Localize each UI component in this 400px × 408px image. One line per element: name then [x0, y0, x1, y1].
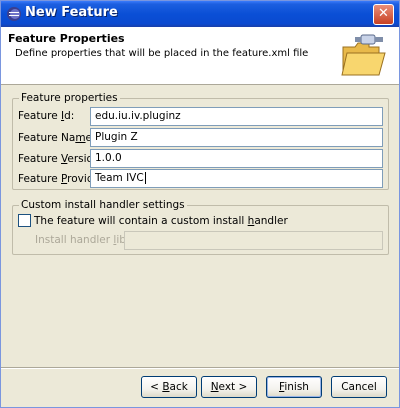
install-library-field[interactable]: [124, 231, 383, 250]
page-description: Define properties that will be placed in…: [15, 48, 309, 59]
page-title: Feature Properties: [8, 32, 125, 45]
feature-name-label: Feature Name:: [18, 132, 96, 144]
new-feature-dialog: New Feature ✕ Feature Properties Define …: [0, 0, 400, 408]
back-button[interactable]: < Back: [141, 376, 197, 398]
cancel-button[interactable]: Cancel: [331, 376, 387, 398]
folder-plugin-icon: [341, 34, 386, 76]
eclipse-icon: [7, 7, 21, 21]
button-bar-separator: [1, 367, 399, 369]
feature-name-field[interactable]: Plugin Z: [90, 128, 383, 147]
feature-version-field[interactable]: 1.0.0: [90, 149, 383, 168]
feature-provider-field[interactable]: Team IVC: [90, 169, 383, 188]
custom-handler-checkbox-label[interactable]: The feature will contain a custom instal…: [34, 215, 288, 227]
text-cursor: [144, 172, 146, 184]
window-title: New Feature: [25, 5, 118, 20]
close-icon: ✕: [378, 6, 389, 21]
finish-button[interactable]: Finish: [266, 376, 322, 398]
feature-properties-label: Feature properties: [19, 92, 120, 104]
next-button[interactable]: Next >: [201, 376, 257, 398]
feature-id-label: Feature Id:: [18, 110, 75, 122]
close-button[interactable]: ✕: [373, 4, 394, 25]
wizard-header: Feature Properties Define properties tha…: [1, 27, 399, 85]
custom-install-label: Custom install handler settings: [19, 199, 187, 211]
title-bar[interactable]: New Feature ✕: [1, 1, 399, 27]
feature-id-field[interactable]: edu.iu.iv.pluginz: [90, 107, 383, 126]
custom-handler-checkbox[interactable]: [18, 214, 31, 227]
